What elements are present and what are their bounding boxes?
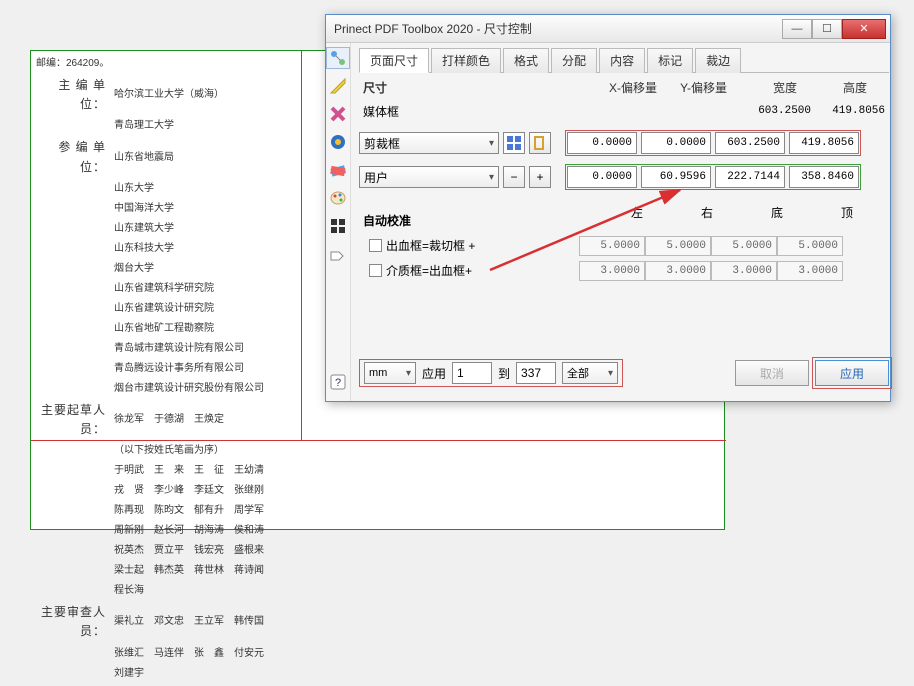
tab-marks[interactable]: 标记 (647, 48, 693, 73)
tool-disc-icon[interactable] (326, 131, 350, 153)
tool-sidebar: ? (326, 43, 351, 401)
apply-range-label: 应用 (422, 365, 446, 382)
media-bottom[interactable]: 3.0000 (711, 261, 777, 281)
window-title: Prinect PDF Toolbox 2020 - 尺寸控制 (334, 20, 782, 37)
close-button[interactable]: ✕ (842, 19, 886, 39)
crop-y[interactable]: 0.0000 (641, 132, 711, 154)
tool-ruler-icon[interactable] (326, 75, 350, 97)
minus-button[interactable]: − (503, 166, 525, 188)
page-range-group: mm 应用 1 到 337 全部 (359, 359, 623, 387)
document-text: 邮编：264209。 主 编 单 位：哈尔滨工业大学（威海） 青岛理工大学 参 … (36, 56, 296, 686)
dialog-window: Prinect PDF Toolbox 2020 - 尺寸控制 — ☐ ✕ ? … (325, 14, 891, 402)
mediabox-checkbox[interactable] (369, 264, 382, 277)
plus-button[interactable]: + (529, 166, 551, 188)
tab-proof-color[interactable]: 打样颜色 (431, 48, 501, 73)
crop-x[interactable]: 0.0000 (567, 132, 637, 154)
user-box-select[interactable]: 用户 (359, 166, 499, 188)
minimize-button[interactable]: — (782, 19, 812, 39)
scope-select[interactable]: 全部 (562, 362, 618, 384)
tab-bar: 页面尺寸 打样颜色 格式 分配 内容 标记 裁边 (359, 47, 889, 73)
media-left[interactable]: 3.0000 (579, 261, 645, 281)
page-from-input[interactable]: 1 (452, 362, 492, 384)
bleed-bottom[interactable]: 5.0000 (711, 236, 777, 256)
tab-trim[interactable]: 裁边 (695, 48, 741, 73)
to-label: 到 (498, 365, 510, 382)
user-w[interactable]: 222.7144 (715, 166, 785, 188)
bleed-checkbox[interactable] (369, 239, 382, 252)
tool-cross-icon[interactable] (326, 103, 350, 125)
titlebar[interactable]: Prinect PDF Toolbox 2020 - 尺寸控制 — ☐ ✕ (326, 15, 890, 43)
crop-h[interactable]: 419.8056 (789, 132, 859, 154)
header-y-offset: Y-偏移量 (663, 79, 733, 96)
tool-palette-icon[interactable] (326, 187, 350, 209)
autocal-title: 自动校准 (363, 212, 579, 229)
tool-tag-icon[interactable] (326, 243, 350, 265)
header-bottom: 底 (719, 204, 789, 233)
media-top[interactable]: 3.0000 (777, 261, 843, 281)
tool-molecule-icon[interactable] (326, 47, 350, 69)
bleed-right[interactable]: 5.0000 (645, 236, 711, 256)
mediabox-label: 介质框=出血框+ (386, 262, 472, 279)
user-x[interactable]: 0.0000 (567, 166, 637, 188)
size-section-title: 尺寸 (363, 79, 593, 96)
header-top: 顶 (789, 204, 859, 233)
unit-select[interactable]: mm (364, 362, 416, 384)
user-y[interactable]: 60.9596 (641, 166, 711, 188)
grid-anchor-button[interactable] (503, 132, 525, 154)
page-to-input[interactable]: 337 (516, 362, 556, 384)
bleed-label: 出血框=裁切框 + (386, 237, 475, 254)
bleed-top[interactable]: 5.0000 (777, 236, 843, 256)
media-width: 603.2500 (745, 100, 815, 122)
header-right: 右 (649, 204, 719, 233)
tool-swatch-icon[interactable] (326, 159, 350, 181)
maximize-button[interactable]: ☐ (812, 19, 842, 39)
header-height: 高度 (803, 79, 873, 96)
media-box-label: 媒体框 (359, 103, 429, 120)
tool-grid-icon[interactable] (326, 215, 350, 237)
header-x-offset: X-偏移量 (593, 79, 663, 96)
apply-button[interactable]: 应用 (815, 360, 889, 386)
user-h[interactable]: 358.8460 (789, 166, 859, 188)
tab-format[interactable]: 格式 (503, 48, 549, 73)
header-width: 宽度 (733, 79, 803, 96)
bottom-bar: mm 应用 1 到 337 全部 取消 应用 (359, 353, 889, 393)
media-right[interactable]: 3.0000 (645, 261, 711, 281)
bleed-left[interactable]: 5.0000 (579, 236, 645, 256)
main-panel: 页面尺寸 打样颜色 格式 分配 内容 标记 裁边 尺寸 X-偏移量 Y-偏移量 … (351, 43, 897, 401)
user-values-group: 0.0000 60.9596 222.7144 358.8460 (565, 164, 861, 190)
help-button[interactable]: ? (326, 371, 350, 393)
header-left: 左 (579, 204, 649, 233)
svg-text:?: ? (335, 377, 341, 389)
tab-assign[interactable]: 分配 (551, 48, 597, 73)
orientation-button[interactable] (529, 132, 551, 154)
tab-content[interactable]: 内容 (599, 48, 645, 73)
crop-w[interactable]: 603.2500 (715, 132, 785, 154)
crop-values-group: 0.0000 0.0000 603.2500 419.8056 (565, 130, 861, 156)
tab-page-size[interactable]: 页面尺寸 (359, 48, 429, 73)
cancel-button[interactable]: 取消 (735, 360, 809, 386)
media-height: 419.8056 (819, 100, 889, 122)
crop-box-select[interactable]: 剪裁框 (359, 132, 499, 154)
